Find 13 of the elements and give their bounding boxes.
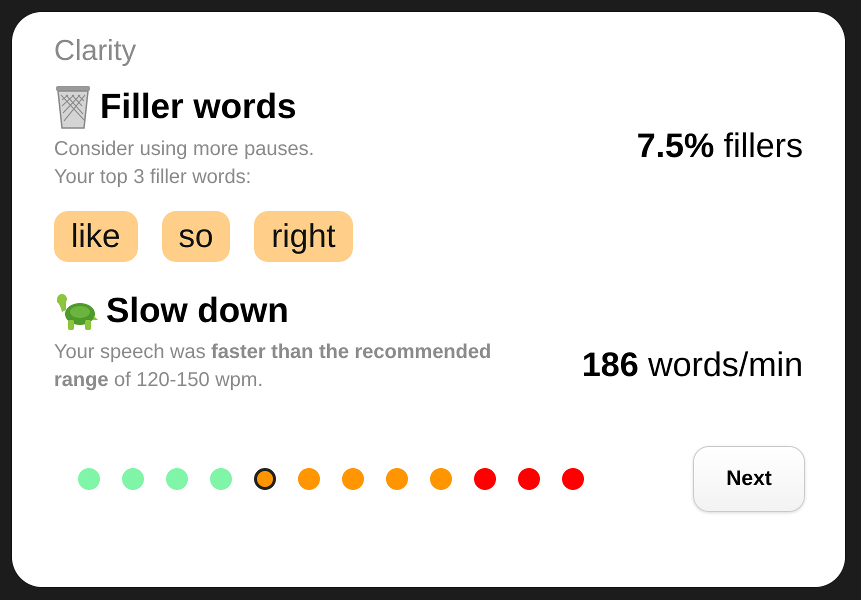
trash-can-icon xyxy=(54,84,92,129)
filler-tag: so xyxy=(162,210,230,262)
section-title: Slow down xyxy=(106,292,289,331)
filler-tag: like xyxy=(54,210,138,262)
turtle-icon xyxy=(54,292,98,332)
section-heading: Clarity xyxy=(54,34,138,69)
stat-text: 186 words/min xyxy=(582,345,803,386)
section-title: Filler words xyxy=(100,88,296,126)
section-text: Consider using more pauses. Your top 3 filler words: xyxy=(54,136,314,190)
next-button[interactable]: Next xyxy=(693,446,805,512)
stat-text: 7.5% fillers xyxy=(636,126,803,168)
section-text: Your speech was faster than the recommended range of 120-150 wpm. xyxy=(54,340,492,393)
filler-tag: right xyxy=(254,210,353,262)
